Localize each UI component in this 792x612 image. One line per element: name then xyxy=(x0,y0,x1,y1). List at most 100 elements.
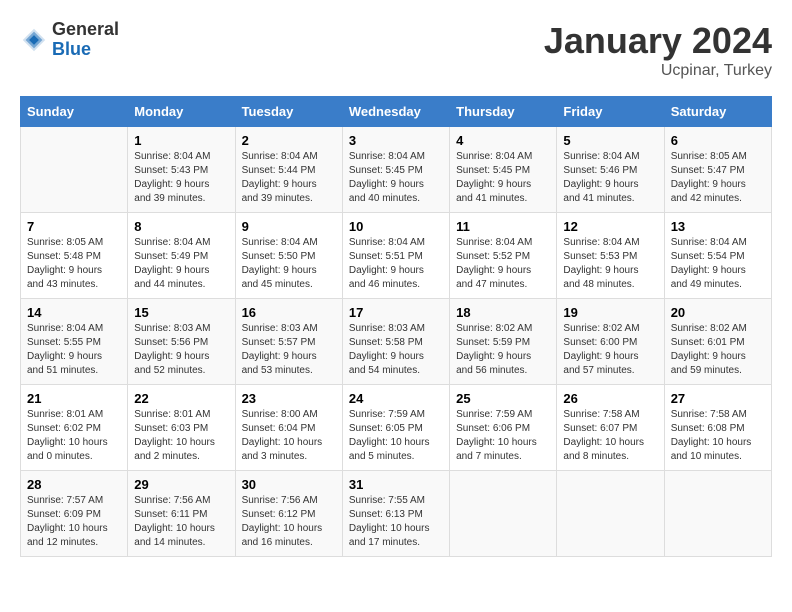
calendar-cell: 17Sunrise: 8:03 AM Sunset: 5:58 PM Dayli… xyxy=(342,299,449,385)
day-number: 22 xyxy=(134,391,228,406)
calendar-header-row: SundayMondayTuesdayWednesdayThursdayFrid… xyxy=(21,97,772,127)
calendar-cell: 14Sunrise: 8:04 AM Sunset: 5:55 PM Dayli… xyxy=(21,299,128,385)
calendar-cell: 29 Sunrise: 7:56 AM Sunset: 6:11 PM Dayli… xyxy=(128,471,235,557)
calendar-cell: 7 Sunrise: 8:05 AM Sunset: 5:48 PM Daylig… xyxy=(21,213,128,299)
day-number: 29 xyxy=(134,477,228,492)
day-number: 20 xyxy=(671,305,765,320)
title-block: January 2024 Ucpinar, Turkey xyxy=(544,20,772,80)
day-number: 3 xyxy=(349,133,443,148)
day-number: 5 xyxy=(563,133,657,148)
header-tuesday: Tuesday xyxy=(235,97,342,127)
logo: General Blue xyxy=(20,20,119,60)
day-info: Sunrise: 8:04 AM Sunset: 5:53 PM Dayligh… xyxy=(563,237,639,290)
day-number: 19 xyxy=(563,305,657,320)
day-number: 9 xyxy=(242,219,336,234)
header-saturday: Saturday xyxy=(664,97,771,127)
calendar-cell: 11 Sunrise: 8:04 AM Sunset: 5:52 PM Dayli… xyxy=(450,213,557,299)
header-sunday: Sunday xyxy=(21,97,128,127)
day-number: 10 xyxy=(349,219,443,234)
day-info: Sunrise: 7:56 AM Sunset: 6:11 PM Dayligh… xyxy=(134,495,215,548)
day-info: Sunrise: 8:04 AM Sunset: 5:45 PM Dayligh… xyxy=(456,151,532,204)
calendar-cell xyxy=(664,471,771,557)
calendar-week-row: 21Sunrise: 8:01 AM Sunset: 6:02 PM Dayli… xyxy=(21,385,772,471)
day-info: Sunrise: 8:05 AM Sunset: 5:47 PM Dayligh… xyxy=(671,151,747,204)
calendar-week-row: 1 Sunrise: 8:04 AM Sunset: 5:43 PM Daylig… xyxy=(21,127,772,213)
day-info: Sunrise: 8:04 AM Sunset: 5:44 PM Dayligh… xyxy=(242,151,318,204)
calendar-cell: 16 Sunrise: 8:03 AM Sunset: 5:57 PM Dayli… xyxy=(235,299,342,385)
calendar-cell: 19 Sunrise: 8:02 AM Sunset: 6:00 PM Dayli… xyxy=(557,299,664,385)
day-info: Sunrise: 8:04 AM Sunset: 5:52 PM Dayligh… xyxy=(456,237,532,290)
calendar-cell: 23Sunrise: 8:00 AM Sunset: 6:04 PM Dayli… xyxy=(235,385,342,471)
calendar-cell: 1 Sunrise: 8:04 AM Sunset: 5:43 PM Daylig… xyxy=(128,127,235,213)
day-info: Sunrise: 8:05 AM Sunset: 5:48 PM Dayligh… xyxy=(27,237,103,290)
logo-text: General Blue xyxy=(52,20,119,60)
calendar-cell: 18 Sunrise: 8:02 AM Sunset: 5:59 PM Dayli… xyxy=(450,299,557,385)
logo-general: General xyxy=(52,20,119,40)
day-number: 11 xyxy=(456,219,550,234)
day-number: 30 xyxy=(242,477,336,492)
day-info: Sunrise: 8:02 AM Sunset: 6:01 PM Dayligh… xyxy=(671,323,747,376)
calendar-cell: 4 Sunrise: 8:04 AM Sunset: 5:45 PM Daylig… xyxy=(450,127,557,213)
header-thursday: Thursday xyxy=(450,97,557,127)
month-year: January 2024 xyxy=(544,20,772,62)
header-wednesday: Wednesday xyxy=(342,97,449,127)
calendar-week-row: 14Sunrise: 8:04 AM Sunset: 5:55 PM Dayli… xyxy=(21,299,772,385)
day-number: 6 xyxy=(671,133,765,148)
header-monday: Monday xyxy=(128,97,235,127)
day-info: Sunrise: 8:04 AM Sunset: 5:54 PM Dayligh… xyxy=(671,237,747,290)
day-info: Sunrise: 8:04 AM Sunset: 5:49 PM Dayligh… xyxy=(134,237,210,290)
calendar-cell: 20 Sunrise: 8:02 AM Sunset: 6:01 PM Dayli… xyxy=(664,299,771,385)
calendar-cell xyxy=(557,471,664,557)
day-number: 16 xyxy=(242,305,336,320)
calendar-cell xyxy=(450,471,557,557)
day-number: 31 xyxy=(349,477,443,492)
day-info: Sunrise: 8:04 AM Sunset: 5:51 PM Dayligh… xyxy=(349,237,425,290)
day-number: 2 xyxy=(242,133,336,148)
calendar-cell: 21Sunrise: 8:01 AM Sunset: 6:02 PM Dayli… xyxy=(21,385,128,471)
calendar-cell: 9 Sunrise: 8:04 AM Sunset: 5:50 PM Daylig… xyxy=(235,213,342,299)
calendar-cell: 28Sunrise: 7:57 AM Sunset: 6:09 PM Dayli… xyxy=(21,471,128,557)
calendar-cell: 30 Sunrise: 7:56 AM Sunset: 6:12 PM Dayli… xyxy=(235,471,342,557)
calendar-cell xyxy=(21,127,128,213)
calendar-cell: 5 Sunrise: 8:04 AM Sunset: 5:46 PM Daylig… xyxy=(557,127,664,213)
day-info: Sunrise: 7:56 AM Sunset: 6:12 PM Dayligh… xyxy=(242,495,323,548)
day-info: Sunrise: 7:59 AM Sunset: 6:06 PM Dayligh… xyxy=(456,409,537,462)
day-number: 15 xyxy=(134,305,228,320)
day-info: Sunrise: 8:04 AM Sunset: 5:45 PM Dayligh… xyxy=(349,151,425,204)
header-friday: Friday xyxy=(557,97,664,127)
calendar-cell: 10 Sunrise: 8:04 AM Sunset: 5:51 PM Dayli… xyxy=(342,213,449,299)
logo-icon xyxy=(20,26,48,54)
page-header: General Blue January 2024 Ucpinar, Turke… xyxy=(20,20,772,80)
day-info: Sunrise: 8:04 AM Sunset: 5:46 PM Dayligh… xyxy=(563,151,639,204)
calendar-cell: 24Sunrise: 7:59 AM Sunset: 6:05 PM Dayli… xyxy=(342,385,449,471)
day-number: 17 xyxy=(349,305,443,320)
day-number: 25 xyxy=(456,391,550,406)
calendar-cell: 15Sunrise: 8:03 AM Sunset: 5:56 PM Dayli… xyxy=(128,299,235,385)
day-info: Sunrise: 8:03 AM Sunset: 5:57 PM Dayligh… xyxy=(242,323,318,376)
calendar-cell: 26Sunrise: 7:58 AM Sunset: 6:07 PM Dayli… xyxy=(557,385,664,471)
day-number: 7 xyxy=(27,219,121,234)
day-info: Sunrise: 7:59 AM Sunset: 6:05 PM Dayligh… xyxy=(349,409,430,462)
calendar-cell: 8Sunrise: 8:04 AM Sunset: 5:49 PM Daylig… xyxy=(128,213,235,299)
day-info: Sunrise: 7:55 AM Sunset: 6:13 PM Dayligh… xyxy=(349,495,430,548)
day-number: 12 xyxy=(563,219,657,234)
day-number: 27 xyxy=(671,391,765,406)
day-number: 1 xyxy=(134,133,228,148)
day-info: Sunrise: 7:58 AM Sunset: 6:07 PM Dayligh… xyxy=(563,409,644,462)
day-number: 4 xyxy=(456,133,550,148)
day-number: 14 xyxy=(27,305,121,320)
day-number: 23 xyxy=(242,391,336,406)
location: Ucpinar, Turkey xyxy=(544,62,772,80)
day-info: Sunrise: 8:04 AM Sunset: 5:50 PM Dayligh… xyxy=(242,237,318,290)
day-info: Sunrise: 7:57 AM Sunset: 6:09 PM Dayligh… xyxy=(27,495,108,548)
calendar-cell: 27 Sunrise: 7:58 AM Sunset: 6:08 PM Dayli… xyxy=(664,385,771,471)
calendar-week-row: 7 Sunrise: 8:05 AM Sunset: 5:48 PM Daylig… xyxy=(21,213,772,299)
day-info: Sunrise: 8:02 AM Sunset: 5:59 PM Dayligh… xyxy=(456,323,532,376)
day-info: Sunrise: 7:58 AM Sunset: 6:08 PM Dayligh… xyxy=(671,409,752,462)
day-number: 13 xyxy=(671,219,765,234)
day-number: 18 xyxy=(456,305,550,320)
calendar-week-row: 28Sunrise: 7:57 AM Sunset: 6:09 PM Dayli… xyxy=(21,471,772,557)
day-info: Sunrise: 8:04 AM Sunset: 5:43 PM Dayligh… xyxy=(134,151,210,204)
calendar-cell: 2 Sunrise: 8:04 AM Sunset: 5:44 PM Daylig… xyxy=(235,127,342,213)
day-info: Sunrise: 8:02 AM Sunset: 6:00 PM Dayligh… xyxy=(563,323,639,376)
